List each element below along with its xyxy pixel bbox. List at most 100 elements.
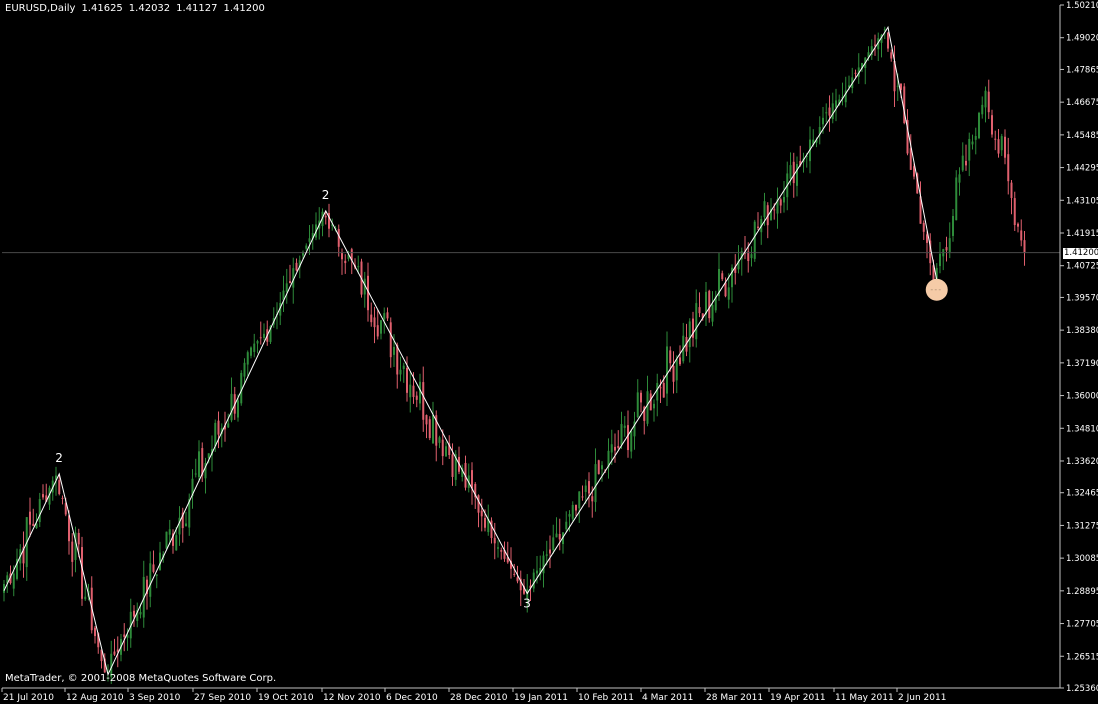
bear-candle xyxy=(1017,223,1019,227)
bull-candle xyxy=(532,572,535,589)
time-tick-label: 27 Sep 2010 xyxy=(194,693,251,703)
bull-candle xyxy=(383,313,386,320)
bear-candle xyxy=(1013,198,1016,226)
bull-candle xyxy=(399,369,402,375)
bear-candle xyxy=(493,537,496,544)
bear-candle xyxy=(558,534,561,540)
bull-candle xyxy=(939,253,941,267)
time-tick-label: 21 Jul 2010 xyxy=(3,693,54,703)
bull-candle xyxy=(695,303,698,340)
bull-candle xyxy=(308,238,311,242)
bull-candle xyxy=(961,155,964,171)
bull-candle xyxy=(796,164,798,186)
bull-candle xyxy=(185,523,187,527)
bear-candle xyxy=(887,32,889,49)
bear-candle xyxy=(425,415,428,425)
bear-candle xyxy=(484,517,486,528)
bear-candle xyxy=(669,350,672,364)
price-tick-label: 1.25360 xyxy=(1066,684,1098,694)
bull-candle xyxy=(565,521,568,530)
high-value: 1.42032 xyxy=(128,3,171,14)
time-tick-label: 28 Mar 2011 xyxy=(706,693,763,703)
price-tick-label: 1.28895 xyxy=(1066,587,1098,597)
price-chart[interactable]: 2 2 3 1.50210 1.49020 1.47865 1.46675 1.45485 1… xyxy=(0,0,1098,704)
bear-candle xyxy=(987,91,990,113)
bull-candle xyxy=(666,346,668,394)
chart-background xyxy=(0,0,1098,704)
bull-candle xyxy=(256,341,259,344)
bear-candle xyxy=(575,504,577,511)
bear-candle xyxy=(422,382,425,420)
price-tick-label: 1.47865 xyxy=(1066,65,1098,75)
current-price-tag: 1.41200 xyxy=(1063,247,1098,259)
price-tick-label: 1.36000 xyxy=(1066,392,1098,402)
price-tick-label: 1.50210 xyxy=(1066,1,1098,11)
bear-candle xyxy=(451,454,454,477)
bull-candle xyxy=(409,384,412,398)
time-tick-label: 3 Sep 2010 xyxy=(129,693,181,703)
bull-candle xyxy=(555,533,558,538)
time-tick-label: 10 Feb 2011 xyxy=(578,693,634,703)
bear-candle xyxy=(991,115,993,135)
price-tick-label: 1.44295 xyxy=(1066,164,1098,174)
bear-candle xyxy=(58,480,61,495)
time-tick-label: 12 Aug 2010 xyxy=(66,693,124,703)
bull-candle xyxy=(38,499,41,523)
bull-candle xyxy=(84,596,87,600)
bull-candle xyxy=(594,464,597,503)
bear-candle xyxy=(617,445,620,448)
bear-candle xyxy=(133,610,135,617)
price-tick-label: 1.43105 xyxy=(1066,196,1098,206)
bull-candle xyxy=(393,346,395,355)
bull-candle xyxy=(831,103,834,120)
bull-candle xyxy=(948,238,951,252)
bull-candle xyxy=(955,177,958,221)
bear-candle xyxy=(77,532,80,545)
price-tick-label: 1.49020 xyxy=(1066,34,1098,44)
bear-candle xyxy=(123,634,126,637)
bull-candle xyxy=(250,347,252,356)
price-tick-label: 1.45485 xyxy=(1066,131,1098,141)
price-tick-label: 1.34810 xyxy=(1066,424,1098,434)
bull-candle xyxy=(1000,136,1003,151)
time-tick-label: 19 Jan 2011 xyxy=(514,693,568,703)
price-tick-label: 1.27705 xyxy=(1066,620,1098,630)
bear-candle xyxy=(480,510,483,517)
bear-candle xyxy=(324,215,327,218)
bull-candle xyxy=(497,547,499,549)
bull-candle xyxy=(380,320,382,334)
bear-candle xyxy=(874,44,876,46)
bear-candle xyxy=(591,496,594,502)
bull-candle xyxy=(214,422,217,447)
bull-candle xyxy=(883,29,886,31)
bear-candle xyxy=(68,515,70,542)
zigzag-label: 3 xyxy=(523,596,531,610)
bear-candle xyxy=(389,322,392,358)
price-tick-label: 1.32465 xyxy=(1066,489,1098,499)
bear-candle xyxy=(1020,230,1023,241)
price-tick-label: 1.46675 xyxy=(1066,98,1098,108)
bull-candle xyxy=(789,165,792,179)
bear-candle xyxy=(113,651,116,655)
bull-candle xyxy=(438,437,441,443)
bull-candle xyxy=(783,196,785,203)
bull-candle xyxy=(285,283,288,292)
bull-candle xyxy=(952,215,954,236)
bear-candle xyxy=(415,395,418,400)
bear-candle xyxy=(945,247,948,251)
time-tick-label: 19 Apr 2011 xyxy=(770,693,826,703)
bull-candle xyxy=(984,90,987,108)
bear-candle xyxy=(662,382,665,398)
open-value: 1.41625 xyxy=(81,3,123,14)
bull-candle xyxy=(571,504,574,519)
copyright-label: MetaTrader, © 2001-2008 MetaQuotes Softw… xyxy=(5,673,277,684)
bull-candle xyxy=(835,100,837,108)
time-tick-label: 28 Dec 2010 xyxy=(450,693,508,703)
bull-candle xyxy=(432,414,434,444)
bear-candle xyxy=(773,209,776,211)
bull-candle xyxy=(981,104,984,115)
bear-candle xyxy=(289,281,291,284)
bear-candle xyxy=(721,273,724,280)
bull-candle xyxy=(636,392,639,418)
bull-candle xyxy=(227,423,230,428)
